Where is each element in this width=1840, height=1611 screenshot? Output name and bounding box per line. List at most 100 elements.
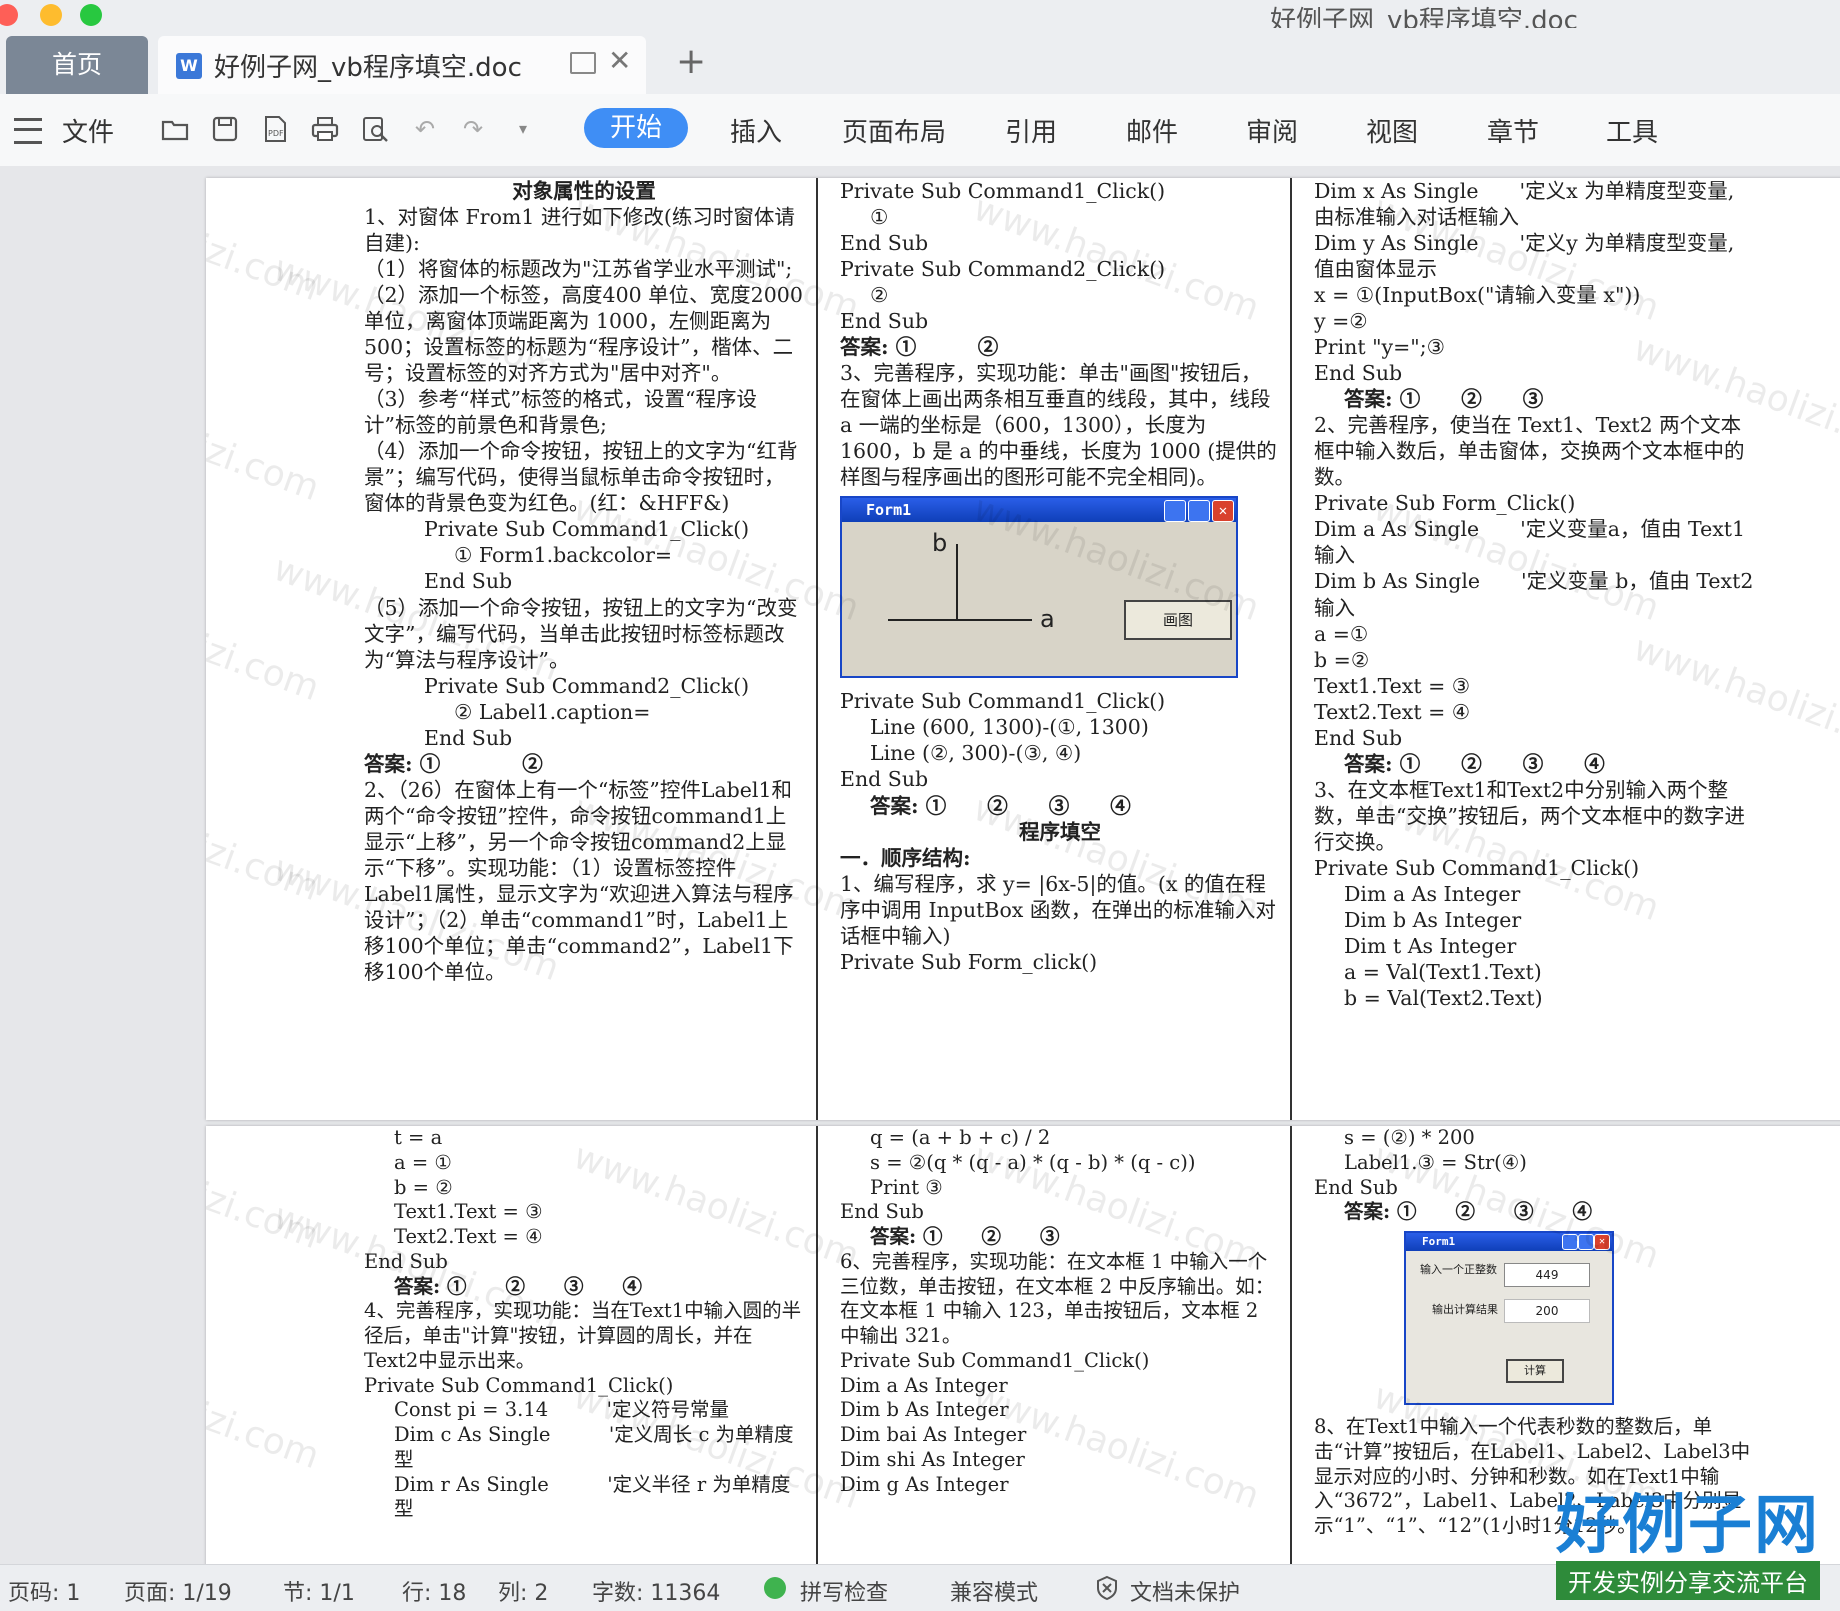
text-line: s = (②) * 200 — [1344, 1126, 1475, 1149]
text-line: 答案: ① ② ③ ④ — [394, 1274, 642, 1298]
text-line: End Sub — [840, 767, 929, 792]
text-line: Text2.Text = ④ — [394, 1225, 543, 1248]
text-line: End Sub — [424, 569, 513, 594]
file-menu[interactable]: 文件 — [62, 112, 114, 149]
tab-document[interactable]: W 好例子网_vb程序填空.doc ✕ — [158, 36, 646, 94]
window-mode-icon[interactable] — [570, 52, 596, 74]
title-bar: 好例子网_vb程序填空.doc — [0, 0, 1840, 36]
ribbon-tab-section[interactable]: 章节 — [1487, 112, 1539, 149]
perpendicular-lines-drawing — [888, 544, 1032, 622]
column-divider — [1290, 178, 1292, 1120]
text-line: x = ①(InputBox("请输入变量 x")) — [1314, 283, 1641, 308]
column-3: Dim x As Single '定义x 为单精度型变量,由标准输入对话框输入 D… — [1314, 178, 1754, 1011]
status-protection[interactable]: 文档未保护 — [1130, 1575, 1240, 1607]
text-line: End Sub — [840, 231, 929, 256]
text-line: a = ① — [394, 1150, 452, 1174]
text-line: Private Sub Command1_Click() — [364, 1373, 674, 1397]
input-textbox: 449 — [1504, 1263, 1590, 1287]
tab-home[interactable]: 首页 — [6, 36, 148, 94]
close-window-button[interactable] — [0, 4, 18, 26]
text-line: （4）添加一个命令按钮，按钮上的文字为“红背景”；编写代码，使得当鼠标单击命令按… — [364, 439, 798, 516]
column-2-top: Private Sub Command1_Click() ① End Sub Priv… — [840, 178, 1280, 490]
form2-preview: Form1 ✕ 输入一个正整数 449 输出计算结果 200 计算 — [1404, 1231, 1614, 1405]
maximize-window-button[interactable] — [80, 4, 102, 26]
watermark: www.haolizi.com — [206, 567, 325, 710]
text-line: Dim y As Single '定义y 为单精度型变量,值由窗体显示 — [1314, 231, 1735, 282]
word-doc-icon: W — [176, 53, 202, 79]
text-line: t = a — [394, 1126, 443, 1149]
text-line: （5）添加一个命令按钮，按钮上的文字为“改变文字”，编写代码，当单击此按钮时标签… — [364, 595, 798, 672]
form1-preview: Form1 ✕ b a 画图 — [840, 496, 1238, 679]
more-icon[interactable]: ▾ — [508, 114, 538, 144]
form-title-text: Form1 — [1422, 1235, 1456, 1248]
ribbon-tab-mail[interactable]: 邮件 — [1126, 112, 1178, 149]
status-column[interactable]: 列: 2 — [498, 1575, 548, 1607]
open-folder-icon[interactable] — [160, 114, 190, 144]
text-line: Private Sub Command1_Click() — [840, 689, 1166, 714]
status-row[interactable]: 行: 18 — [402, 1575, 466, 1607]
document-area[interactable]: 对象属性的设置 1、对窗体 From1 进行如下修改(练习时窗体请自建): （1）将… — [0, 166, 1840, 1564]
status-word-count[interactable]: 字数: 11364 — [592, 1575, 720, 1607]
text-line: （2）添加一个标签，高度400 单位、宽度2000 单位，离窗体顶端距离为 10… — [364, 283, 803, 386]
text-line: End Sub — [424, 725, 513, 750]
text-line: a =① — [1314, 621, 1369, 646]
text-line: 答案: ① ② ③ ④ — [1344, 1200, 1592, 1224]
ribbon-tab-start[interactable]: 开始 — [584, 108, 688, 148]
text-line: 1、编写程序，求 y= |6x-5|的值。(x 的值在程序中调用 InputBo… — [840, 871, 1276, 948]
minimize-window-button[interactable] — [40, 4, 62, 26]
toolbar: 文件 PDF ↶ ↷ ▾ 开始 插入 页面布局 引用 邮件 审阅 视图 章节 工… — [0, 94, 1840, 167]
text-line: Dim x As Single '定义x 为单精度型变量,由标准输入对话框输入 — [1314, 179, 1735, 230]
site-logo: 好例子网 开发实例分享交流平台 — [1556, 1491, 1820, 1600]
text-line: End Sub — [840, 1200, 924, 1224]
text-line: 3、在文本框Text1和Text2中分别输入两个整数，单击“交换”按钮后，两个文… — [1314, 777, 1745, 854]
spell-check-icon — [764, 1577, 786, 1599]
status-compat-mode[interactable]: 兼容模式 — [950, 1575, 1038, 1607]
status-spell-check[interactable]: 拼写检查 — [800, 1575, 888, 1607]
ribbon-tab-view[interactable]: 视图 — [1366, 112, 1418, 149]
ribbon-tab-references[interactable]: 引用 — [1005, 112, 1057, 149]
ribbon-tab-tools[interactable]: 工具 — [1606, 112, 1658, 149]
tab-bar: 首页 W 好例子网_vb程序填空.doc ✕ + — [0, 28, 1840, 95]
label-a: a — [1040, 605, 1055, 634]
column-divider — [1290, 1126, 1292, 1564]
svg-text:PDF: PDF — [268, 129, 284, 138]
text-line: 答案: ① ② — [840, 335, 999, 360]
text-line: Print "y=";③ — [1314, 335, 1446, 360]
save-icon[interactable] — [210, 114, 240, 144]
text-line: Private Sub Command1_Click() — [840, 1348, 1150, 1372]
print-icon[interactable] — [310, 114, 340, 144]
column-3-top: s = (②) * 200 Label1.③ = Str(④) End Sub 答案:… — [1314, 1126, 1754, 1225]
text-line: End Sub — [1314, 725, 1403, 750]
status-section[interactable]: 节: 1/1 — [283, 1575, 355, 1607]
text-line: Private Sub Command2_Click() — [840, 257, 1166, 282]
redo-icon[interactable]: ↷ — [458, 114, 488, 144]
page-1[interactable]: 对象属性的设置 1、对窗体 From1 进行如下修改(练习时窗体请自建): （1）将… — [206, 178, 1840, 1120]
watermark: www.haolizi.com — [206, 367, 325, 510]
minimize-icon — [1164, 500, 1186, 523]
text-line: Dim a As Integer — [1344, 881, 1521, 906]
text-line: （3）参考“样式”标签的格式，设置“程序设计”标签的前景色和背景色; — [364, 387, 757, 438]
pdf-icon[interactable]: PDF — [260, 114, 290, 144]
text-line: Dim b As Integer — [1344, 907, 1522, 932]
maximize-icon — [1578, 1234, 1594, 1250]
close-tab-icon[interactable]: ✕ — [608, 44, 631, 77]
menu-icon[interactable] — [14, 118, 42, 144]
ribbon-tab-layout[interactable]: 页面布局 — [842, 112, 946, 149]
print-preview-icon[interactable] — [360, 114, 390, 144]
status-pages[interactable]: 页面: 1/19 — [124, 1575, 232, 1607]
logo-subtitle: 开发实例分享交流平台 — [1556, 1561, 1820, 1600]
new-tab-button[interactable]: + — [676, 42, 706, 82]
column-divider — [816, 1126, 818, 1564]
text-line: Private Sub Command1_Click() — [840, 179, 1166, 203]
text-line: Private Sub Form_click() — [840, 949, 1098, 974]
text-line: 2、完善程序，使当在 Text1、Text2 两个文本框中输入数后，单击窗体，交… — [1314, 413, 1745, 490]
undo-icon[interactable]: ↶ — [410, 114, 440, 144]
ribbon-tab-insert[interactable]: 插入 — [730, 112, 782, 149]
text-line: Text1.Text = ③ — [1314, 673, 1471, 698]
text-line: b =② — [1314, 647, 1370, 672]
draw-button: 画图 — [1124, 600, 1232, 641]
ribbon-tab-review[interactable]: 审阅 — [1246, 112, 1298, 149]
status-page-number[interactable]: 页码: 1 — [8, 1575, 80, 1607]
text-line: 对象属性的设置 — [512, 179, 656, 203]
text-line: 一．顺序结构: — [840, 845, 971, 870]
